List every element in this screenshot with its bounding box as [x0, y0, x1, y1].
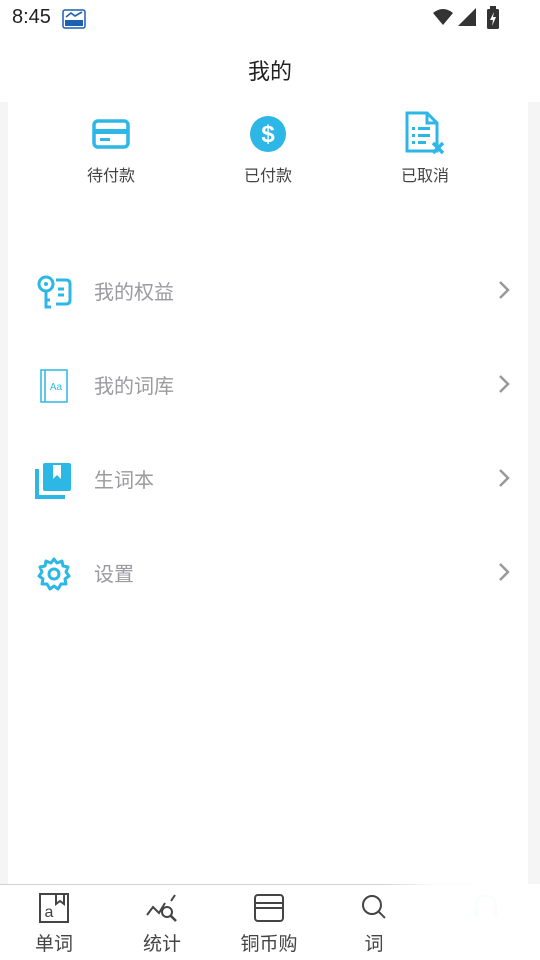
gear-icon	[37, 557, 71, 591]
menu-item-my-lexicon-label: 我的词库	[94, 374, 174, 398]
menu-item-benefits[interactable]: 我的权益	[8, 254, 528, 324]
menu-item-benefits-label: 我的权益	[94, 280, 174, 304]
page-header: 我的	[0, 36, 540, 102]
document-cancel-icon	[405, 111, 445, 155]
notification-app-icon	[62, 8, 86, 34]
wallet-icon	[254, 894, 284, 922]
dollar-circle-icon: $	[250, 116, 286, 152]
order-paid-button[interactable]: $ 已付款	[208, 110, 328, 186]
profile-content: 待付款 $ 已付款 已取消 我的权益 Aa 我的词库 生词本 设置	[8, 102, 528, 884]
chevron-right-icon	[499, 375, 510, 393]
order-status-row: 待付款 $ 已付款 已取消	[8, 102, 528, 202]
wifi-icon	[433, 9, 453, 25]
menu-item-settings[interactable]: 设置	[8, 536, 528, 606]
tab-copper-shop-label: 铜币购	[240, 933, 298, 955]
key-icon	[37, 275, 72, 309]
order-pending-label: 待付款	[86, 166, 135, 185]
chevron-right-icon	[499, 469, 510, 487]
tab-statistics[interactable]: 统计	[117, 891, 207, 956]
menu-item-my-lexicon[interactable]: Aa 我的词库	[8, 348, 528, 418]
tab-bar-fade-overlay	[380, 884, 540, 960]
order-paid-label: 已付款	[243, 166, 292, 185]
battery-icon	[487, 6, 499, 29]
page-title: 我的	[247, 60, 292, 85]
status-bar: 8:45	[0, 0, 540, 36]
tab-statistics-label: 统计	[142, 933, 181, 955]
status-time: 8:45	[12, 6, 51, 28]
svg-text:a: a	[45, 904, 54, 921]
card-icon	[92, 119, 130, 149]
order-pending-button[interactable]: 待付款	[51, 110, 171, 186]
menu-item-settings-label: 设置	[94, 562, 134, 586]
order-cancelled-label: 已取消	[400, 166, 449, 185]
tab-words-label: 单词	[34, 933, 73, 955]
svg-text:$: $	[261, 121, 275, 148]
chevron-right-icon	[499, 281, 510, 299]
menu-item-vocab-book[interactable]: 生词本	[8, 442, 528, 512]
book-aa-icon: Aa	[40, 369, 68, 403]
svg-text:Aa: Aa	[50, 382, 63, 393]
chevron-right-icon	[499, 563, 510, 581]
chart-search-icon	[146, 894, 177, 922]
bookmark-stack-icon	[35, 463, 71, 499]
signal-icon	[458, 8, 476, 26]
menu-item-vocab-book-label: 生词本	[94, 468, 154, 492]
order-cancelled-button[interactable]: 已取消	[365, 110, 485, 186]
tab-words[interactable]: a 单词	[9, 891, 99, 956]
tab-copper-shop[interactable]: 铜币购	[224, 891, 314, 956]
word-book-icon: a	[39, 893, 69, 923]
